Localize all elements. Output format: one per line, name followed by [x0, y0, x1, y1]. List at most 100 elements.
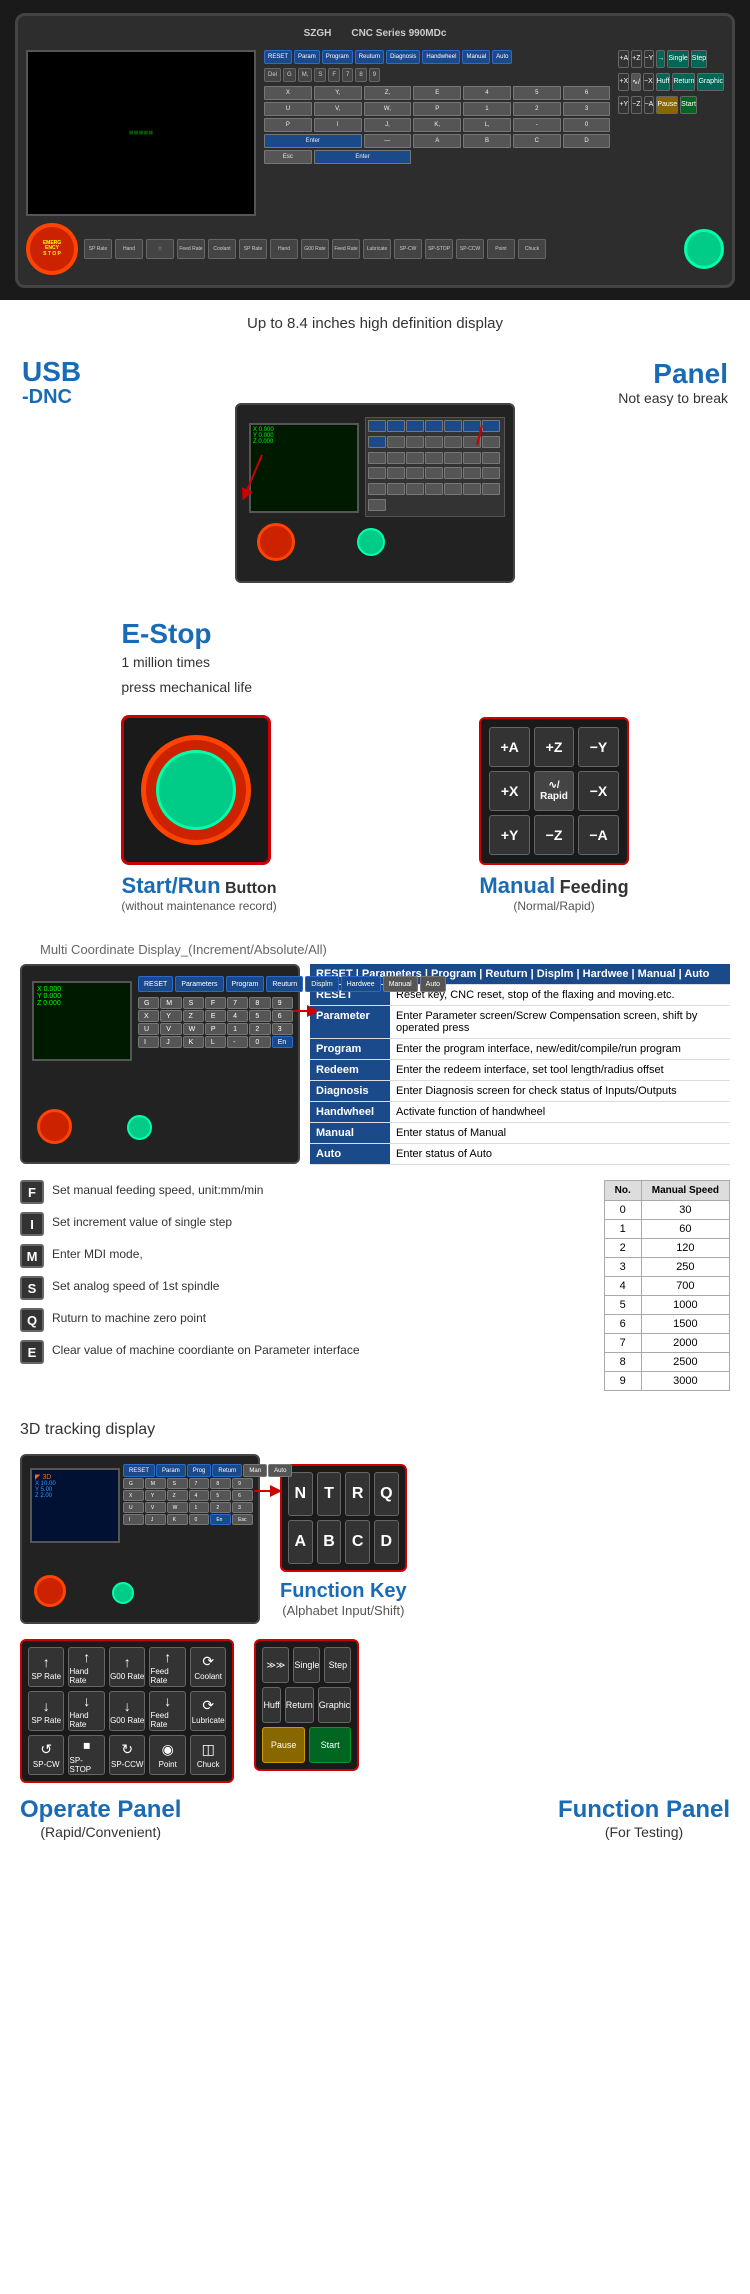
key-x[interactable]: X: [264, 86, 312, 100]
3d-key-9[interactable]: Z: [167, 1490, 188, 1501]
med-key-27[interactable]: 0: [249, 1036, 270, 1048]
move-plus-a[interactable]: +A: [618, 50, 629, 68]
key-enter[interactable]: Enter: [264, 134, 362, 148]
operate-panel-button[interactable]: ↑Hand Rate: [68, 1647, 104, 1687]
func-panel-button[interactable]: Step: [324, 1647, 351, 1683]
feed-btn-minus-y[interactable]: −Y: [578, 727, 618, 767]
med-key-9[interactable]: Y: [160, 1010, 181, 1022]
med-btn-reset[interactable]: RESET: [138, 976, 173, 992]
func-panel-button[interactable]: Huff: [262, 1687, 280, 1723]
func-panel-button[interactable]: Single: [293, 1647, 320, 1683]
move-minus-a[interactable]: −A: [644, 96, 655, 114]
chassis-f[interactable]: F: [328, 68, 340, 82]
btn-single[interactable]: Single: [667, 50, 688, 68]
btn-return[interactable]: Return: [672, 73, 695, 91]
3d-key-12[interactable]: 6: [232, 1490, 253, 1501]
operate-panel-button[interactable]: ⟳Lubricate: [190, 1691, 226, 1731]
3d-btn-prog[interactable]: Prog: [187, 1464, 212, 1477]
small-btn-sp-rate2[interactable]: SP Rate: [239, 239, 267, 259]
3d-btn-man[interactable]: Man: [243, 1464, 267, 1477]
func-btn-auto[interactable]: Auto: [492, 50, 512, 64]
3d-key-13[interactable]: U: [123, 1502, 144, 1513]
med-key-20[interactable]: 2: [249, 1023, 270, 1035]
small-btn-feed2[interactable]: Feed Rate: [332, 239, 360, 259]
key-5[interactable]: 5: [513, 86, 561, 100]
key-3[interactable]: 3: [563, 102, 611, 116]
med-key-5[interactable]: 7: [227, 997, 248, 1009]
move-minus-z[interactable]: −Z: [631, 96, 641, 114]
feed-btn-minus-z[interactable]: −Z: [534, 815, 574, 855]
3d-key-esc[interactable]: Esc: [232, 1514, 253, 1525]
med-btn-disp[interactable]: Displm: [305, 976, 338, 992]
chassis-green-button[interactable]: [684, 229, 724, 269]
chassis-9[interactable]: 9: [369, 68, 380, 82]
small-btn-spccw[interactable]: SP-CCW: [456, 239, 484, 259]
func-btn-manual[interactable]: Manual: [462, 50, 490, 64]
chassis-del[interactable]: Del: [264, 68, 281, 82]
func-btn-return[interactable]: Reuturn: [355, 50, 384, 64]
small-btn-foo[interactable]: ☆: [146, 239, 174, 259]
move-huff[interactable]: Huff: [656, 73, 671, 91]
med-key-15[interactable]: U: [138, 1023, 159, 1035]
func-panel-button[interactable]: Graphic: [318, 1687, 352, 1723]
btn-step[interactable]: Step: [691, 50, 707, 68]
move-right1[interactable]: →: [656, 50, 665, 68]
operate-panel-button[interactable]: ↓SP Rate: [28, 1691, 64, 1731]
func-key-button[interactable]: R: [345, 1472, 370, 1516]
med-key-7[interactable]: 9: [272, 997, 293, 1009]
3d-key-ent[interactable]: En: [210, 1514, 231, 1525]
3d-key-17[interactable]: 2: [210, 1502, 231, 1513]
key-4[interactable]: 4: [463, 86, 511, 100]
3d-key-4[interactable]: 7: [189, 1478, 210, 1489]
small-btn-hand[interactable]: Hand: [115, 239, 143, 259]
med-btn-prog[interactable]: Program: [226, 976, 265, 992]
key-a[interactable]: A: [413, 134, 461, 148]
3d-key-15[interactable]: W: [167, 1502, 188, 1513]
func-key-button[interactable]: T: [317, 1472, 342, 1516]
key-0[interactable]: 0: [563, 118, 611, 132]
key-esc[interactable]: Esc: [264, 150, 312, 164]
key-y[interactable]: Y,: [314, 86, 362, 100]
med-key-18[interactable]: P: [205, 1023, 226, 1035]
move-plus-x[interactable]: +X: [618, 73, 629, 91]
func-btn-prog[interactable]: Program: [322, 50, 353, 64]
feed-btn-plus-z[interactable]: +Z: [534, 727, 574, 767]
3d-key-5[interactable]: 8: [210, 1478, 231, 1489]
small-btn-chuck[interactable]: Chuck: [518, 239, 546, 259]
btn-pause[interactable]: Pause: [656, 96, 678, 114]
3d-key-22[interactable]: 0: [189, 1514, 210, 1525]
move-rapid[interactable]: ∿/: [631, 73, 641, 91]
key-minus[interactable]: -: [513, 118, 561, 132]
operate-panel-button[interactable]: ↓G00 Rate: [109, 1691, 145, 1731]
move-plus-y[interactable]: +Y: [618, 96, 629, 114]
med-key-8[interactable]: X: [138, 1010, 159, 1022]
func-panel-special-button[interactable]: Pause: [262, 1727, 304, 1763]
key-d[interactable]: D: [563, 134, 611, 148]
med-key-4[interactable]: F: [205, 997, 226, 1009]
key-w[interactable]: W,: [364, 102, 412, 116]
operate-panel-button[interactable]: ↑SP Rate: [28, 1647, 64, 1687]
3d-key-18[interactable]: 3: [232, 1502, 253, 1513]
med-key-17[interactable]: W: [183, 1023, 204, 1035]
med-btn-param[interactable]: Parameters: [175, 976, 223, 992]
func-btn-param[interactable]: Param: [294, 50, 320, 64]
chassis-m[interactable]: M,: [298, 68, 313, 82]
key-u[interactable]: U: [264, 102, 312, 116]
chassis-7[interactable]: 7: [342, 68, 353, 82]
func-key-button[interactable]: B: [317, 1520, 342, 1564]
move-minus-y[interactable]: −Y: [644, 50, 655, 68]
func-key-button[interactable]: Q: [374, 1472, 399, 1516]
estop-big-button[interactable]: [141, 735, 251, 845]
small-btn-spcw[interactable]: SP-CW: [394, 239, 422, 259]
func-panel-button[interactable]: ≫≫: [262, 1647, 289, 1683]
small-btn-spstop[interactable]: SP-STOP: [425, 239, 453, 259]
med-key-19[interactable]: 1: [227, 1023, 248, 1035]
med-key-12[interactable]: 4: [227, 1010, 248, 1022]
key-c[interactable]: C: [513, 134, 561, 148]
feed-btn-minus-x[interactable]: −X: [578, 771, 618, 811]
key-6[interactable]: 6: [563, 86, 611, 100]
med-key-6[interactable]: 8: [249, 997, 270, 1009]
key-p[interactable]: P: [413, 102, 461, 116]
func-key-button[interactable]: A: [288, 1520, 313, 1564]
key-e[interactable]: E: [413, 86, 461, 100]
